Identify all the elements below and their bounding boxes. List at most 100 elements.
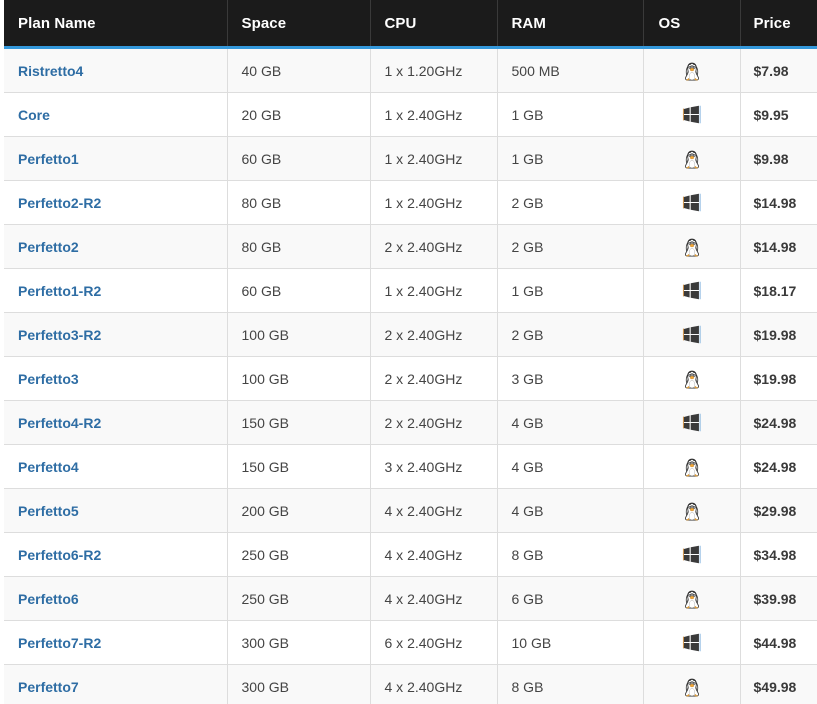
column-header-ram[interactable]: RAM xyxy=(497,0,644,49)
cell-plan-name: Perfetto6-R2 xyxy=(4,532,228,577)
table-row[interactable]: Perfetto3 100 GB 2 x 2.40GHz 3 GB $19.98 xyxy=(4,356,817,401)
table-header-row: Plan Name Space CPU RAM OS Price xyxy=(4,0,817,49)
cell-plan-name: Perfetto7 xyxy=(4,664,228,704)
column-header-cpu[interactable]: CPU xyxy=(370,0,498,49)
cell-plan-name: Perfetto3-R2 xyxy=(4,312,228,357)
table-row[interactable]: Perfetto6-R2 250 GB 4 x 2.40GHz 8 GB $34.98 xyxy=(4,532,817,577)
plan-name-link[interactable]: Perfetto6 xyxy=(18,591,79,607)
cell-cpu: 1 x 2.40GHz xyxy=(370,136,498,181)
table-row[interactable]: Perfetto3-R2 100 GB 2 x 2.40GHz 2 GB $19.98 xyxy=(4,312,817,357)
column-header-price[interactable]: Price xyxy=(740,0,817,49)
column-header-plan-name[interactable]: Plan Name xyxy=(4,0,228,49)
cell-cpu: 2 x 2.40GHz xyxy=(370,400,498,445)
table-row[interactable]: Perfetto2-R2 80 GB 1 x 2.40GHz 2 GB $14.98 xyxy=(4,180,817,225)
cell-plan-name: Core xyxy=(4,92,228,137)
plan-name-link[interactable]: Perfetto2 xyxy=(18,239,79,255)
plan-name-link[interactable]: Perfetto4 xyxy=(18,459,79,475)
plan-name-link[interactable]: Perfetto2-R2 xyxy=(18,195,101,211)
cell-ram: 4 GB xyxy=(497,400,644,445)
cell-ram: 2 GB xyxy=(497,312,644,357)
cell-price: $19.98 xyxy=(740,312,817,357)
windows-logo-icon xyxy=(682,545,701,564)
linux-tux-icon xyxy=(683,588,701,610)
cell-price: $14.98 xyxy=(740,224,817,269)
cell-price: $9.98 xyxy=(740,136,817,181)
table-header: Plan Name Space CPU RAM OS Price xyxy=(4,0,817,49)
windows-logo-icon xyxy=(682,281,701,300)
table-row[interactable]: Perfetto1 60 GB 1 x 2.40GHz 1 GB $9.98 xyxy=(4,136,817,181)
cell-space: 250 GB xyxy=(227,576,371,621)
cell-os xyxy=(643,620,741,665)
cell-ram: 6 GB xyxy=(497,576,644,621)
table-row[interactable]: Perfetto5 200 GB 4 x 2.40GHz 4 GB $29.98 xyxy=(4,488,817,533)
plan-name-link[interactable]: Perfetto6-R2 xyxy=(18,547,101,563)
table-row[interactable]: Core 20 GB 1 x 2.40GHz 1 GB $9.95 xyxy=(4,92,817,137)
cell-cpu: 1 x 1.20GHz xyxy=(370,47,498,93)
cell-price: $24.98 xyxy=(740,444,817,489)
plan-name-link[interactable]: Perfetto7 xyxy=(18,679,79,695)
table-row[interactable]: Perfetto7 300 GB 4 x 2.40GHz 8 GB $49.98 xyxy=(4,664,817,704)
linux-tux-icon xyxy=(683,60,701,82)
cell-space: 80 GB xyxy=(227,224,371,269)
table-row[interactable]: Ristretto4 40 GB 1 x 1.20GHz 500 MB $7.98 xyxy=(4,47,817,93)
linux-tux-icon xyxy=(683,368,701,390)
linux-tux-icon xyxy=(683,148,701,170)
cell-os xyxy=(643,92,741,137)
table-row[interactable]: Perfetto1-R2 60 GB 1 x 2.40GHz 1 GB $18.17 xyxy=(4,268,817,313)
cell-space: 150 GB xyxy=(227,400,371,445)
cell-price: $29.98 xyxy=(740,488,817,533)
table-row[interactable]: Perfetto6 250 GB 4 x 2.40GHz 6 GB $39.98 xyxy=(4,576,817,621)
cell-os xyxy=(643,488,741,533)
cell-os xyxy=(643,576,741,621)
cell-space: 300 GB xyxy=(227,620,371,665)
plan-name-link[interactable]: Perfetto1 xyxy=(18,151,79,167)
cell-plan-name: Perfetto6 xyxy=(4,576,228,621)
plan-name-link[interactable]: Perfetto3-R2 xyxy=(18,327,101,343)
cell-os xyxy=(643,400,741,445)
plan-name-link[interactable]: Perfetto5 xyxy=(18,503,79,519)
cell-os xyxy=(643,312,741,357)
plan-name-link[interactable]: Perfetto3 xyxy=(18,371,79,387)
cell-plan-name: Perfetto2 xyxy=(4,224,228,269)
cell-os xyxy=(643,664,741,704)
cell-os xyxy=(643,268,741,313)
plan-name-link[interactable]: Perfetto7-R2 xyxy=(18,635,101,651)
column-header-os[interactable]: OS xyxy=(643,0,741,49)
cell-plan-name: Ristretto4 xyxy=(4,47,228,93)
plan-name-link[interactable]: Perfetto4-R2 xyxy=(18,415,101,431)
windows-logo-icon xyxy=(682,633,701,652)
cell-plan-name: Perfetto7-R2 xyxy=(4,620,228,665)
cell-cpu: 4 x 2.40GHz xyxy=(370,488,498,533)
cell-cpu: 1 x 2.40GHz xyxy=(370,180,498,225)
cell-space: 150 GB xyxy=(227,444,371,489)
plan-comparison-table: Plan Name Space CPU RAM OS Price Ristret… xyxy=(4,0,817,704)
cell-os xyxy=(643,444,741,489)
table-row[interactable]: Perfetto2 80 GB 2 x 2.40GHz 2 GB $14.98 xyxy=(4,224,817,269)
cell-plan-name: Perfetto3 xyxy=(4,356,228,401)
cell-space: 60 GB xyxy=(227,136,371,181)
cell-space: 100 GB xyxy=(227,312,371,357)
cell-price: $34.98 xyxy=(740,532,817,577)
cell-ram: 8 GB xyxy=(497,532,644,577)
plan-name-link[interactable]: Perfetto1-R2 xyxy=(18,283,101,299)
cell-os xyxy=(643,47,741,93)
table-row[interactable]: Perfetto7-R2 300 GB 6 x 2.40GHz 10 GB $44.98 xyxy=(4,620,817,665)
cell-price: $18.17 xyxy=(740,268,817,313)
table-row[interactable]: Perfetto4 150 GB 3 x 2.40GHz 4 GB $24.98 xyxy=(4,444,817,489)
cell-space: 80 GB xyxy=(227,180,371,225)
cell-cpu: 4 x 2.40GHz xyxy=(370,532,498,577)
cell-ram: 1 GB xyxy=(497,136,644,181)
cell-cpu: 1 x 2.40GHz xyxy=(370,268,498,313)
table-row[interactable]: Perfetto4-R2 150 GB 2 x 2.40GHz 4 GB $24.98 xyxy=(4,400,817,445)
cell-ram: 500 MB xyxy=(497,47,644,93)
cell-space: 100 GB xyxy=(227,356,371,401)
cell-space: 250 GB xyxy=(227,532,371,577)
windows-logo-icon xyxy=(682,325,701,344)
cell-ram: 4 GB xyxy=(497,444,644,489)
plan-name-link[interactable]: Core xyxy=(18,107,50,123)
linux-tux-icon xyxy=(683,500,701,522)
plan-name-link[interactable]: Ristretto4 xyxy=(18,63,83,79)
column-header-space[interactable]: Space xyxy=(227,0,371,49)
cell-space: 40 GB xyxy=(227,47,371,93)
cell-cpu: 2 x 2.40GHz xyxy=(370,356,498,401)
